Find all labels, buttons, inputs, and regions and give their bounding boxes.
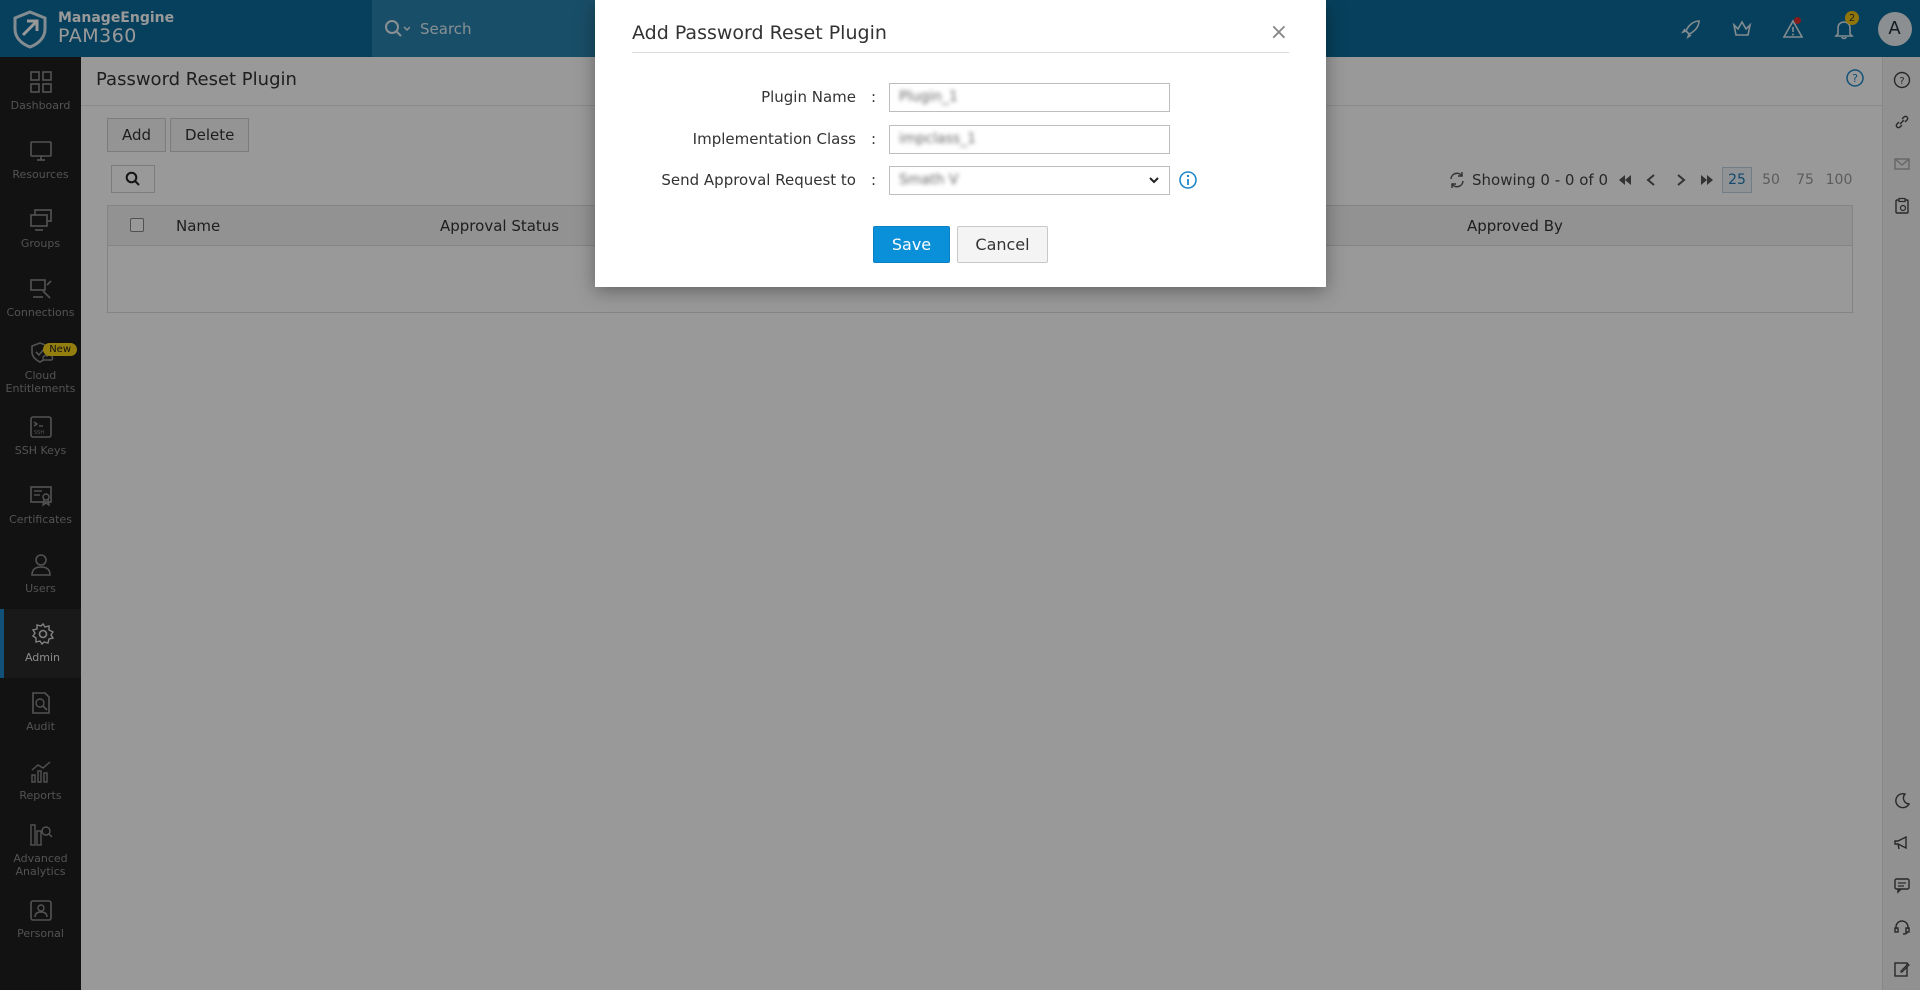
approver-label: Send Approval Request to xyxy=(661,171,856,189)
save-button[interactable]: Save xyxy=(873,226,950,263)
approver-value: Smath V xyxy=(899,172,959,188)
implementation-class-row: Implementation Class : impclass_1 xyxy=(595,124,1326,154)
approver-select[interactable]: Smath V xyxy=(889,165,1170,195)
dialog-title: Add Password Reset Plugin xyxy=(632,22,887,44)
plugin-name-input[interactable]: Plugin_1 xyxy=(889,82,1170,112)
approver-row: Send Approval Request to : Smath V xyxy=(595,165,1326,195)
close-icon[interactable]: × xyxy=(1270,20,1288,45)
implementation-class-value: impclass_1 xyxy=(899,131,977,147)
implementation-class-input[interactable]: impclass_1 xyxy=(889,124,1170,154)
chevron-down-icon xyxy=(1149,176,1159,183)
info-icon[interactable] xyxy=(1178,170,1198,190)
plugin-name-row: Plugin Name : Plugin_1 xyxy=(595,82,1326,112)
implementation-class-label: Implementation Class xyxy=(692,130,856,148)
dialog-divider xyxy=(632,52,1289,53)
field-colon: : xyxy=(871,130,877,148)
field-colon: : xyxy=(871,88,877,106)
plugin-name-label: Plugin Name xyxy=(761,88,856,106)
add-plugin-dialog: Add Password Reset Plugin × Plugin Name … xyxy=(595,0,1326,287)
field-colon: : xyxy=(871,171,877,189)
plugin-name-value: Plugin_1 xyxy=(899,89,958,105)
cancel-button[interactable]: Cancel xyxy=(957,226,1048,263)
